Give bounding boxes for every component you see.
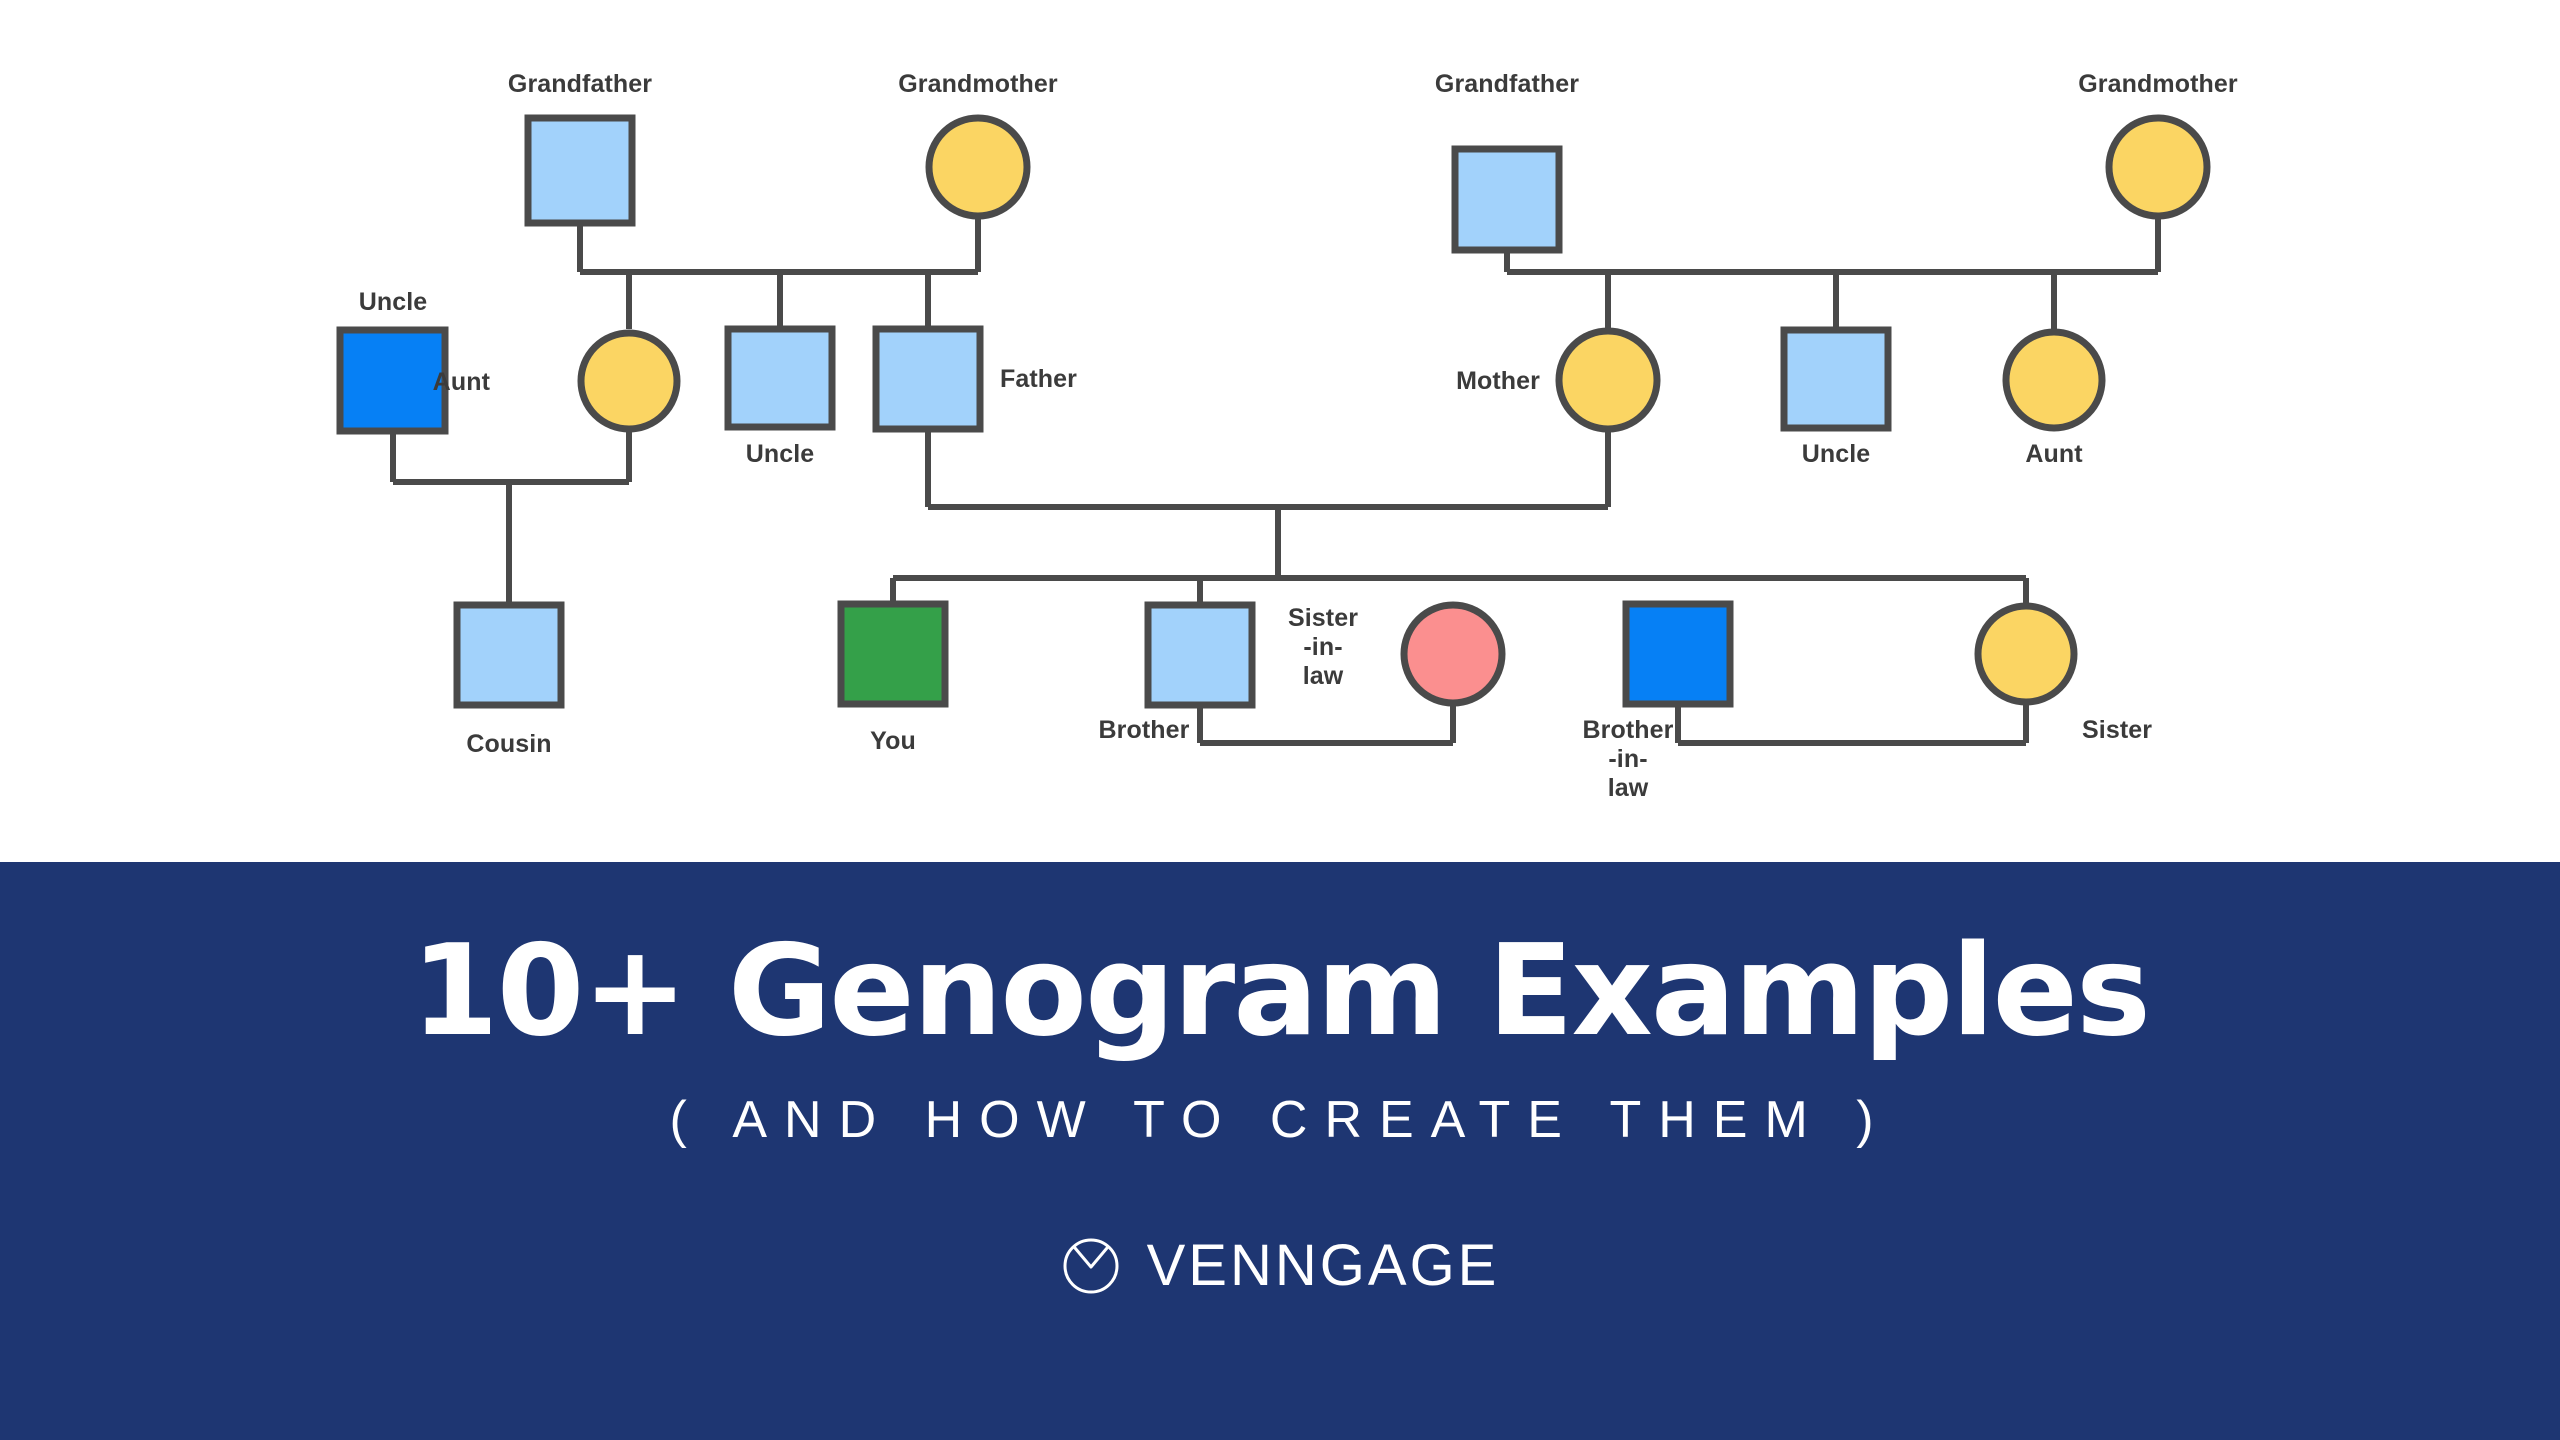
label-mother: Mother xyxy=(1456,367,1540,395)
genogram-diagram: Grandfather Grandmother Grandfather Gran… xyxy=(0,0,2560,862)
label-aunt1: Aunt xyxy=(432,368,490,396)
page-title: 10+ Genogram Examples xyxy=(411,917,2151,1064)
label-mgm: Grandmother xyxy=(2078,70,2238,98)
node-mgf-shape[interactable] xyxy=(1451,145,1563,254)
label-uncle1: Uncle xyxy=(358,288,428,316)
label-brother: Brother xyxy=(1098,716,1190,744)
node-uncle2-shape[interactable] xyxy=(724,325,836,431)
label-sister-in-law: Sister -in- law xyxy=(1287,604,1359,690)
label-pgm: Grandmother xyxy=(898,70,1058,98)
node-mother-shape[interactable] xyxy=(1555,327,1661,433)
label-mgf: Grandfather xyxy=(1434,70,1580,98)
label-you: You xyxy=(870,727,916,755)
node-pgm-shape[interactable] xyxy=(925,114,1031,220)
label-cousin: Cousin xyxy=(466,730,552,758)
node-pgf-shape[interactable] xyxy=(524,114,636,227)
label-aunt2: Aunt xyxy=(2025,440,2083,468)
node-brother-shape[interactable] xyxy=(1144,601,1256,709)
venngage-logo: VENNGAGE xyxy=(0,1236,2560,1296)
label-uncle3: Uncle xyxy=(1801,440,1871,468)
venngage-wordmark: VENNGAGE xyxy=(1146,1233,1500,1298)
venngage-circle-v-icon xyxy=(1061,1236,1121,1296)
label-uncle2: Uncle xyxy=(745,440,815,468)
node-father-shape[interactable] xyxy=(872,325,984,433)
node-mgm-shape[interactable] xyxy=(2105,114,2211,220)
node-cousin-shape[interactable] xyxy=(453,601,565,709)
node-uncle3-shape[interactable] xyxy=(1780,326,1892,432)
infographic-root: Grandfather Grandmother Grandfather Gran… xyxy=(0,0,2560,1440)
node-aunt1-shape[interactable] xyxy=(577,329,681,433)
node-brother-in-law-shape[interactable] xyxy=(1622,600,1734,708)
title-banner: 10+ Genogram Examples ( AND HOW TO CREAT… xyxy=(0,862,2560,1440)
node-sister-in-law-shape[interactable] xyxy=(1400,601,1506,707)
node-sister-shape[interactable] xyxy=(1974,602,2078,706)
label-brother-in-law: Brother -in- law xyxy=(1582,716,1674,802)
label-pgf: Grandfather xyxy=(507,70,653,98)
node-aunt2-shape[interactable] xyxy=(2002,328,2106,432)
label-father: Father xyxy=(1000,365,1078,393)
label-sister: Sister xyxy=(2082,716,2153,744)
node-you-shape[interactable] xyxy=(837,600,949,708)
page-subtitle: ( AND HOW TO CREATE THEM ) xyxy=(669,1091,1891,1149)
